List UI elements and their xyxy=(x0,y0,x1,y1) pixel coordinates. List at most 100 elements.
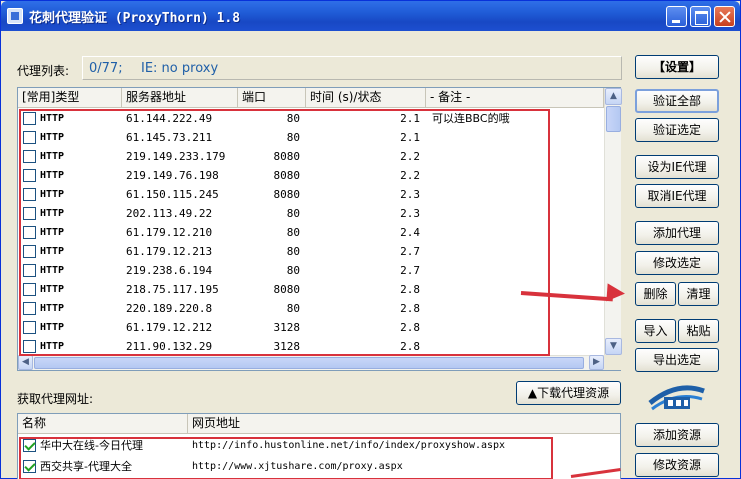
cell-server: 219.149.76.198 xyxy=(126,169,219,182)
table-row[interactable]: HTTP 61.145.73.211 80 2.1 xyxy=(18,128,604,147)
row-checkbox[interactable] xyxy=(23,245,36,258)
row-checkbox[interactable] xyxy=(23,131,36,144)
window-title: 花刺代理验证 (ProxyThorn) 1.8 xyxy=(29,11,241,26)
proxy-list-header: [常用]类型 服务器地址 端口 时间 (s)/状态 - 备注 - xyxy=(18,88,604,108)
cell-port: 3128 xyxy=(273,321,301,334)
row-checkbox[interactable] xyxy=(23,226,36,239)
cell-note xyxy=(432,261,592,280)
row-checkbox[interactable] xyxy=(23,264,36,277)
verify-all-button[interactable]: 验证全部 xyxy=(635,89,719,113)
table-row[interactable]: HTTP 211.90.132.29 3128 2.8 xyxy=(18,337,604,356)
table-row[interactable]: HTTP 220.189.220.8 80 2.8 xyxy=(18,299,604,318)
table-row[interactable]: HTTP 219.238.6.194 80 2.7 xyxy=(18,261,604,280)
delete-button[interactable]: 删除 xyxy=(635,282,676,306)
resource-list[interactable]: 名称 网页地址 华中大在线-今日代理 http://info.hustonline… xyxy=(17,413,621,479)
clean-button[interactable]: 清理 xyxy=(678,282,719,306)
table-row[interactable]: HTTP 218.75.117.195 8080 2.8 xyxy=(18,280,604,299)
cell-note xyxy=(432,204,592,223)
cancel-ie-proxy-button[interactable]: 取消IE代理 xyxy=(635,184,719,208)
table-row[interactable]: HTTP 61.179.12.210 80 2.4 xyxy=(18,223,604,242)
edit-selected-button[interactable]: 修改选定 xyxy=(635,251,719,275)
verify-selected-button[interactable]: 验证选定 xyxy=(635,118,719,142)
column-header-server[interactable]: 服务器地址 xyxy=(122,88,238,108)
table-row[interactable]: HTTP 202.113.49.22 80 2.3 xyxy=(18,204,604,223)
horizontal-scroll-thumb[interactable] xyxy=(34,357,584,369)
add-proxy-button[interactable]: 添加代理 xyxy=(635,221,719,245)
cell-time: 2.1 xyxy=(400,112,420,125)
cell-note xyxy=(432,299,592,318)
cell-server: 61.179.12.213 xyxy=(126,245,213,258)
maximize-button[interactable] xyxy=(690,6,711,27)
table-row[interactable]: HTTP 61.179.12.212 3128 2.8 xyxy=(18,318,604,337)
row-checkbox[interactable] xyxy=(23,302,36,315)
resource-name: 西交共享-代理大全 xyxy=(40,460,132,473)
column-header-url[interactable]: 网页地址 xyxy=(188,414,620,434)
row-checkbox[interactable] xyxy=(23,321,36,334)
cell-type: HTTP xyxy=(40,132,65,143)
cell-time: 2.8 xyxy=(400,340,420,353)
annotation-arrow-head xyxy=(606,283,626,303)
close-button[interactable] xyxy=(714,6,735,27)
row-checkbox[interactable] xyxy=(23,283,36,296)
scroll-corner xyxy=(604,355,621,370)
vertical-scrollbar[interactable]: ▲ ▼ xyxy=(604,88,622,355)
horizontal-scrollbar[interactable]: ◀ ▶ xyxy=(18,355,604,370)
settings-button[interactable]: 【设置】 xyxy=(635,55,719,79)
cell-server: 61.145.73.211 xyxy=(126,131,213,144)
scroll-down-icon[interactable]: ▼ xyxy=(605,338,622,355)
proxy-list[interactable]: [常用]类型 服务器地址 端口 时间 (s)/状态 - 备注 - HTTP 61.… xyxy=(17,87,622,371)
export-selected-button[interactable]: 导出选定 xyxy=(635,348,719,372)
table-row[interactable]: HTTP 219.149.233.179 8080 2.2 xyxy=(18,147,604,166)
list-item[interactable]: 西交共享-代理大全 http://www.xjtushare.com/proxy.… xyxy=(18,457,620,476)
table-row[interactable]: HTTP 61.179.12.213 80 2.7 xyxy=(18,242,604,261)
column-header-name[interactable]: 名称 xyxy=(18,414,188,434)
row-checkbox[interactable] xyxy=(23,207,36,220)
import-button[interactable]: 导入 xyxy=(635,319,676,343)
column-header-type[interactable]: [常用]类型 xyxy=(18,88,122,108)
list-item[interactable]: 华中大在线-今日代理 http://info.hustonline.net/inf… xyxy=(18,436,620,455)
cell-server: 61.179.12.210 xyxy=(126,226,213,239)
scroll-up-icon[interactable]: ▲ xyxy=(605,88,622,105)
edit-resource-button[interactable]: 修改资源 xyxy=(635,453,719,477)
row-checkbox[interactable] xyxy=(23,169,36,182)
cell-server: 219.149.233.179 xyxy=(126,150,226,163)
title-bar[interactable]: 花刺代理验证 (ProxyThorn) 1.8 xyxy=(1,1,740,31)
table-row[interactable]: HTTP 61.150.115.245 8080 2.3 xyxy=(18,185,604,204)
cell-time: 2.2 xyxy=(400,150,420,163)
column-header-port[interactable]: 端口 xyxy=(238,88,306,108)
cell-note xyxy=(432,166,592,185)
scroll-thumb[interactable] xyxy=(606,106,621,132)
resource-checkbox[interactable] xyxy=(23,439,36,452)
column-header-note[interactable]: - 备注 - xyxy=(426,88,604,108)
resource-checkbox[interactable] xyxy=(23,460,36,473)
scroll-left-icon[interactable]: ◀ xyxy=(18,355,33,370)
cell-time: 2.8 xyxy=(400,302,420,315)
add-resource-button[interactable]: 添加资源 xyxy=(635,423,719,447)
row-checkbox[interactable] xyxy=(23,340,36,353)
cell-port: 8080 xyxy=(273,188,301,201)
cell-server: 202.113.49.22 xyxy=(126,207,213,220)
cell-server: 211.90.132.29 xyxy=(126,340,213,353)
cell-server: 61.179.12.212 xyxy=(126,321,213,334)
row-checkbox[interactable] xyxy=(23,112,36,125)
cell-type: HTTP xyxy=(40,265,65,276)
table-row[interactable]: HTTP 219.149.76.198 8080 2.2 xyxy=(18,166,604,185)
scroll-right-icon[interactable]: ▶ xyxy=(589,355,604,370)
paste-button[interactable]: 粘贴 xyxy=(678,319,719,343)
cell-server: 61.150.115.245 xyxy=(126,188,219,201)
cell-time: 2.7 xyxy=(400,264,420,277)
column-header-time[interactable]: 时间 (s)/状态 xyxy=(306,88,426,108)
table-row[interactable]: HTTP 61.144.222.49 80 2.1 可以连BBC的哦 xyxy=(18,109,604,128)
row-checkbox[interactable] xyxy=(23,150,36,163)
minimize-button[interactable] xyxy=(666,6,687,27)
set-ie-proxy-button[interactable]: 设为IE代理 xyxy=(635,155,719,179)
resource-list-header: 名称 网页地址 xyxy=(18,414,620,434)
cell-port: 80 xyxy=(286,226,300,239)
cell-time: 2.1 xyxy=(400,131,420,144)
proxy-status-box: 0/77; IE: no proxy xyxy=(82,56,622,80)
row-checkbox[interactable] xyxy=(23,188,36,201)
download-resources-button[interactable]: ▲下载代理资源 xyxy=(516,381,621,405)
cell-server: 220.189.220.8 xyxy=(126,302,213,315)
cell-note xyxy=(432,318,592,337)
cell-type: HTTP xyxy=(40,227,65,238)
